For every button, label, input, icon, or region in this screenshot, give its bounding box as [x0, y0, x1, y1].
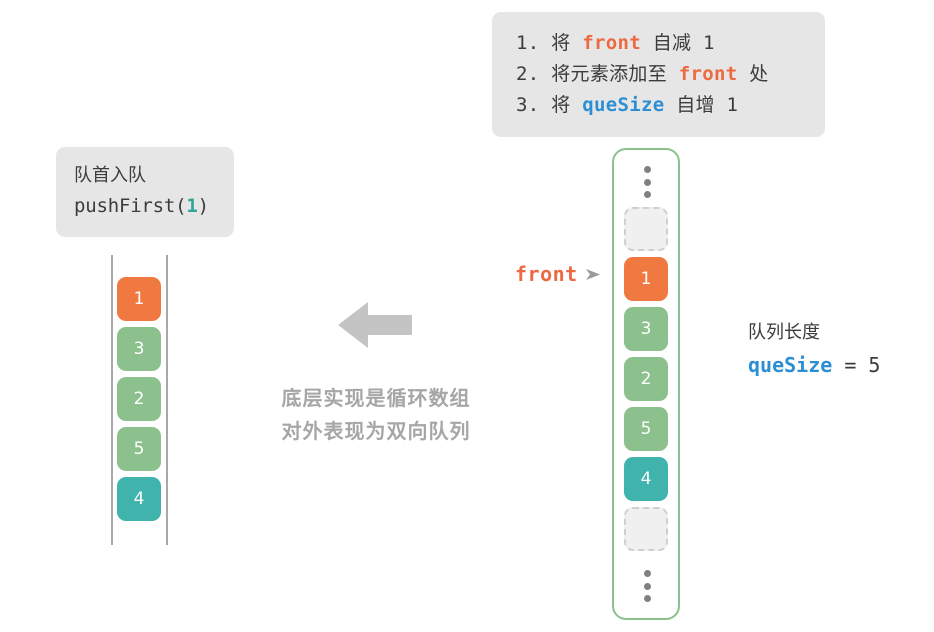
size-value: 5: [868, 353, 881, 377]
step-3-prefix: 3. 将: [516, 94, 583, 116]
step-2-prefix: 2. 将元素添加至: [516, 63, 679, 85]
arrow-right-small-icon: [585, 268, 600, 280]
step-2-suffix: 处: [737, 63, 769, 85]
operation-call-arg: 1: [186, 195, 198, 217]
size-var-name: queSize: [748, 353, 833, 377]
step-3-code: queSize: [582, 94, 665, 116]
front-pointer-label: front: [515, 262, 578, 286]
array-slot: 1: [624, 257, 668, 301]
array-slot-empty: [624, 207, 668, 251]
diagram-canvas: 1. 将 front 自减 1 2. 将元素添加至 front 处 3. 将 q…: [0, 0, 934, 632]
array-slot: 2: [624, 357, 668, 401]
array-slot: 5: [624, 407, 668, 451]
center-caption: 底层实现是循环数组 对外表现为双向队列: [243, 382, 509, 448]
size-annotation: 队列长度 queSize = 5: [748, 318, 880, 382]
deque-cell: 1: [117, 277, 161, 321]
array-slot: 4: [624, 457, 668, 501]
step-1-prefix: 1. 将: [516, 32, 583, 54]
step-1-suffix: 自减 1: [640, 32, 715, 54]
circular-array: 1 3 2 5 4: [612, 148, 680, 620]
deque-cell: 3: [117, 327, 161, 371]
ellipsis-bottom-icon: [643, 570, 651, 602]
deque-rail-right: [166, 255, 168, 545]
caption-line-1: 底层实现是循环数组: [281, 386, 471, 410]
operation-callout: 队首入队 pushFirst(1): [56, 147, 234, 237]
size-annotation-value: queSize = 5: [748, 348, 880, 382]
size-annotation-title: 队列长度: [748, 322, 820, 343]
deque-cell: 5: [117, 427, 161, 471]
step-3-suffix: 自增 1: [664, 94, 739, 116]
operation-call-prefix: pushFirst(: [74, 195, 187, 217]
deque-cell: 2: [117, 377, 161, 421]
step-1-code: front: [582, 32, 641, 54]
size-equals: =: [832, 353, 869, 377]
deque-cell: 4: [117, 477, 161, 521]
step-2-code: front: [678, 63, 738, 85]
step-line-3: 3. 将 queSize 自增 1: [516, 90, 803, 121]
step-line-1: 1. 将 front 自减 1: [516, 28, 803, 59]
steps-callout: 1. 将 front 自减 1 2. 将元素添加至 front 处 3. 将 q…: [492, 12, 825, 137]
array-slot: 3: [624, 307, 668, 351]
operation-call: pushFirst(1): [74, 191, 216, 222]
ellipsis-top-icon: [643, 166, 651, 198]
deque-rail-left: [111, 255, 113, 545]
caption-line-2: 对外表现为双向队列: [281, 419, 471, 443]
array-slot-empty: [624, 507, 668, 551]
arrow-left-icon: [338, 302, 412, 348]
step-line-2: 2. 将元素添加至 front 处: [516, 59, 803, 90]
front-pointer: front: [515, 262, 602, 286]
operation-title: 队首入队: [74, 165, 146, 186]
operation-call-suffix: ): [197, 195, 209, 217]
